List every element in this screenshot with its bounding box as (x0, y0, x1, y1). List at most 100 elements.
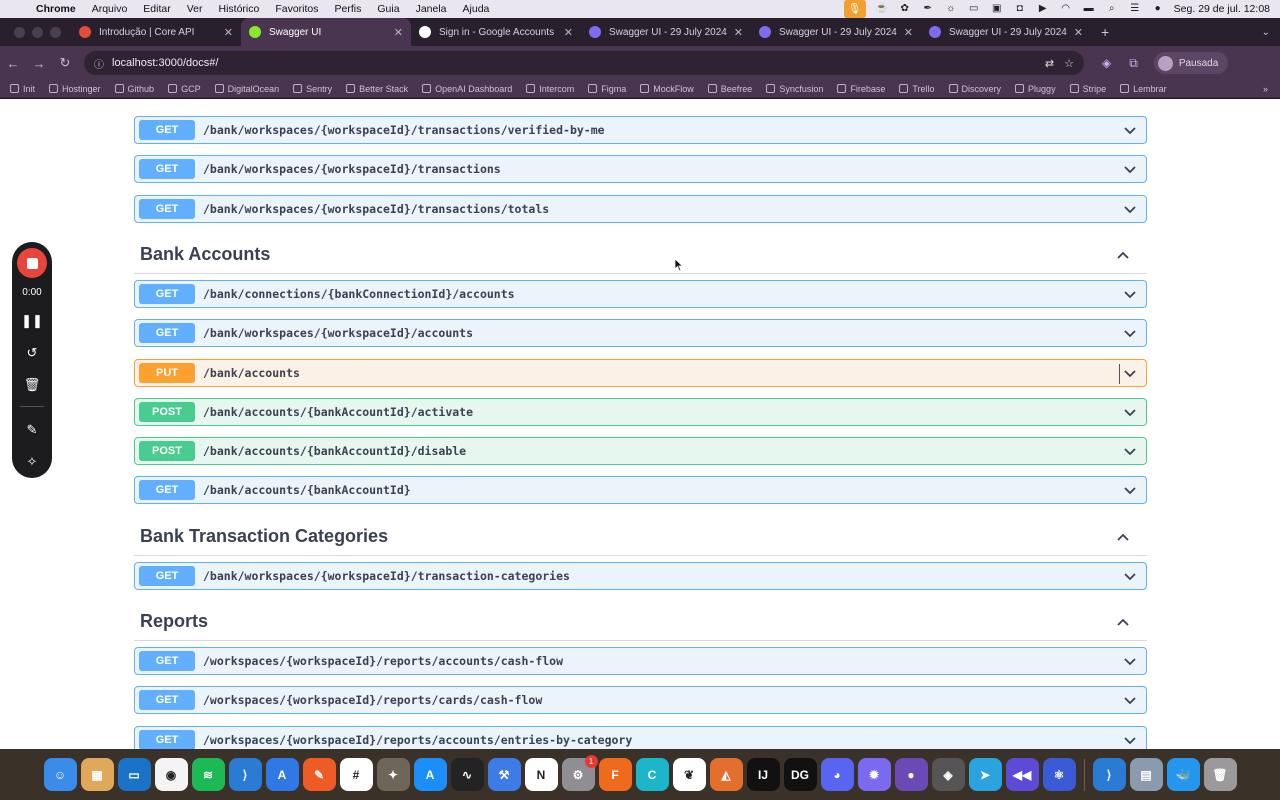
extension-icon[interactable]: ◈ (1102, 56, 1111, 70)
menu-ver[interactable]: Ver (179, 3, 211, 15)
bookmark-item[interactable]: Figma (588, 84, 626, 94)
menu-arquivo[interactable]: Arquivo (84, 3, 136, 15)
site-info-icon[interactable]: ⓘ (94, 56, 104, 71)
chevron-down-icon[interactable] (1122, 443, 1138, 459)
dock-disk-utility-icon[interactable]: ▤ (1129, 758, 1163, 791)
bookmark-item[interactable]: OpenAI Dashboard (422, 84, 512, 94)
dock-gimp-icon[interactable]: ✦ (376, 758, 410, 791)
dock-notion-icon[interactable]: N (524, 758, 558, 791)
section-header[interactable]: Reports (134, 605, 1147, 641)
dock-app-gear-icon[interactable]: ✹ (857, 758, 891, 791)
tab-close-icon[interactable]: ✕ (1074, 26, 1083, 39)
dock-spotify-icon[interactable]: ≋ (191, 758, 225, 791)
dock-app-atom-icon[interactable]: ⚛ (1042, 758, 1076, 791)
tab-swagger-july-1[interactable]: Swagger UI - 29 July 2024 ✕ (581, 18, 751, 46)
bookmark-item[interactable]: Init (10, 84, 35, 94)
bookmark-item[interactable]: Intercom (526, 84, 574, 94)
dock-intellij-icon[interactable]: IJ (746, 758, 780, 791)
new-tab-button[interactable]: + (1091, 24, 1119, 40)
operation-get[interactable]: GET/bank/workspaces/{workspaceId}/transa… (134, 116, 1147, 144)
microphone-icon[interactable]: 🎙 (843, 0, 866, 18)
dock-system-settings-icon[interactable]: ⚙ 1 (561, 755, 598, 791)
siri-icon[interactable]: ● (1151, 4, 1165, 14)
menu-favoritos[interactable]: Favoritos (267, 3, 326, 15)
bookmark-star-icon[interactable]: ☆ (1064, 57, 1074, 70)
tab-swagger-july-3[interactable]: Swagger UI - 29 July 2024 ✕ (921, 18, 1091, 46)
dock-app-a-icon[interactable]: A (265, 758, 299, 791)
operation-get[interactable]: GET/workspaces/{workspaceId}/reports/acc… (134, 647, 1147, 675)
restart-icon[interactable]: ↺ (27, 344, 38, 362)
menubar-clock[interactable]: Seg. 29 de jul. 12:08 (1174, 3, 1270, 15)
operation-get[interactable]: GET/workspaces/{workspaceId}/reports/car… (134, 686, 1147, 715)
pen-icon[interactable]: ✒ (921, 4, 935, 14)
screen-icon[interactable]: ▭ (967, 4, 981, 14)
chevron-down-icon[interactable] (1122, 286, 1138, 302)
dock-finder-icon[interactable]: ☺ (43, 758, 77, 791)
dock-app-circle-icon[interactable]: ● (894, 758, 928, 791)
bookmark-item[interactable]: DigitalOcean (214, 84, 279, 94)
minimize-window-button[interactable] (32, 26, 43, 38)
chevron-down-icon[interactable] (1122, 568, 1138, 584)
operation-get[interactable]: GET/bank/connections/{bankConnectionId}/… (134, 279, 1147, 308)
dock-slack-icon[interactable]: # (339, 758, 373, 791)
dock-vscode-icon[interactable]: ⟩ (228, 758, 262, 791)
bookmark-item[interactable]: Trello (899, 84, 935, 94)
bookmark-item[interactable]: Hostinger (49, 84, 101, 94)
operation-post[interactable]: POST/bank/accounts/{bankAccountId}/disab… (134, 437, 1147, 466)
close-window-button[interactable] (14, 26, 25, 38)
stop-recording-button[interactable] (17, 248, 47, 278)
menu-perfis[interactable]: Perfis (327, 3, 370, 15)
back-button[interactable]: ← (0, 56, 26, 71)
operation-get[interactable]: GET/bank/workspaces/{workspaceId}/transa… (134, 561, 1147, 590)
dock-app-rewind-icon[interactable]: ◀◀ (1005, 758, 1039, 791)
chevron-up-icon[interactable] (1115, 248, 1131, 264)
brightness-icon[interactable]: ☼ (944, 4, 958, 14)
dock-datagrip-icon[interactable]: DG (783, 758, 817, 791)
operation-put[interactable]: PUT/bank/accounts (134, 358, 1147, 387)
chevron-down-icon[interactable] (1122, 692, 1138, 708)
profile-button[interactable]: Pausada (1153, 52, 1229, 74)
menu-app-name[interactable]: Chrome (28, 3, 84, 15)
dock-chrome-icon[interactable]: ◉ (154, 758, 188, 791)
tab-swagger-ui-active[interactable]: Swagger UI ✕ (241, 18, 411, 46)
chevron-down-icon[interactable] (1122, 732, 1138, 748)
tab-close-icon[interactable]: ✕ (394, 26, 403, 39)
dock-mongodb-icon[interactable]: ❦ (672, 758, 706, 791)
bookmark-item[interactable]: Beefree (707, 84, 752, 94)
chevron-down-icon[interactable] (1122, 653, 1138, 669)
dock-telegram-icon[interactable]: ➤ (968, 758, 1002, 791)
operation-get[interactable]: GET/bank/workspaces/{workspaceId}/transa… (134, 155, 1147, 184)
tab-close-icon[interactable]: ✕ (224, 26, 233, 39)
tab-swagger-july-2[interactable]: Swagger UI - 29 July 2024 ✕ (751, 18, 921, 46)
battery-icon[interactable]: ▬ (1082, 4, 1096, 14)
bookmark-item[interactable]: Better Stack (346, 84, 408, 94)
dock-trash-icon[interactable]: 🗑 (1203, 758, 1237, 791)
address-bar[interactable]: ⓘ localhost:3000/docs#/ ⇄ ☆ (84, 51, 1084, 75)
operation-get[interactable]: GET/bank/workspaces/{workspaceId}/transa… (134, 194, 1147, 223)
chevron-down-icon[interactable] (1122, 365, 1138, 381)
dock-fusion-icon[interactable]: F (598, 758, 632, 791)
coffee-icon[interactable]: ☕ (875, 4, 889, 14)
dock-launchpad-icon[interactable]: ▦ (80, 758, 114, 791)
chevron-down-icon[interactable] (1122, 325, 1138, 341)
delete-trash-icon[interactable]: 🗑 (24, 376, 41, 394)
bookmark-item[interactable]: Firebase (837, 84, 885, 94)
menu-janela[interactable]: Janela (408, 3, 455, 15)
lock-icon[interactable]: ◘ (1013, 4, 1027, 14)
forward-button[interactable]: → (26, 56, 52, 71)
bookmark-item[interactable]: Github (114, 84, 154, 94)
operation-get[interactable]: GET/workspaces/{workspaceId}/reports/acc… (134, 725, 1147, 749)
url-text[interactable]: localhost:3000/docs#/ (112, 57, 1035, 69)
menu-guia[interactable]: Guia (369, 3, 407, 15)
save-icon[interactable]: ▣ (990, 4, 1004, 14)
tab-close-icon[interactable]: ✕ (904, 26, 913, 39)
more-bookmarks-icon[interactable]: » (1263, 84, 1268, 94)
menu-ajuda[interactable]: Ajuda (455, 3, 498, 15)
play-icon[interactable]: ▶ (1036, 4, 1050, 14)
bookmark-item[interactable]: Lembrar (1120, 84, 1167, 94)
dock-docker-icon[interactable]: 🐳 (1166, 758, 1200, 791)
chevron-down-icon[interactable] (1122, 482, 1138, 498)
section-header[interactable]: Bank Transaction Categories (134, 520, 1147, 556)
operation-post[interactable]: POST/bank/accounts/{bankAccountId}/activ… (134, 397, 1147, 426)
dock-xcode-tools-icon[interactable]: ⚒ (487, 758, 521, 791)
